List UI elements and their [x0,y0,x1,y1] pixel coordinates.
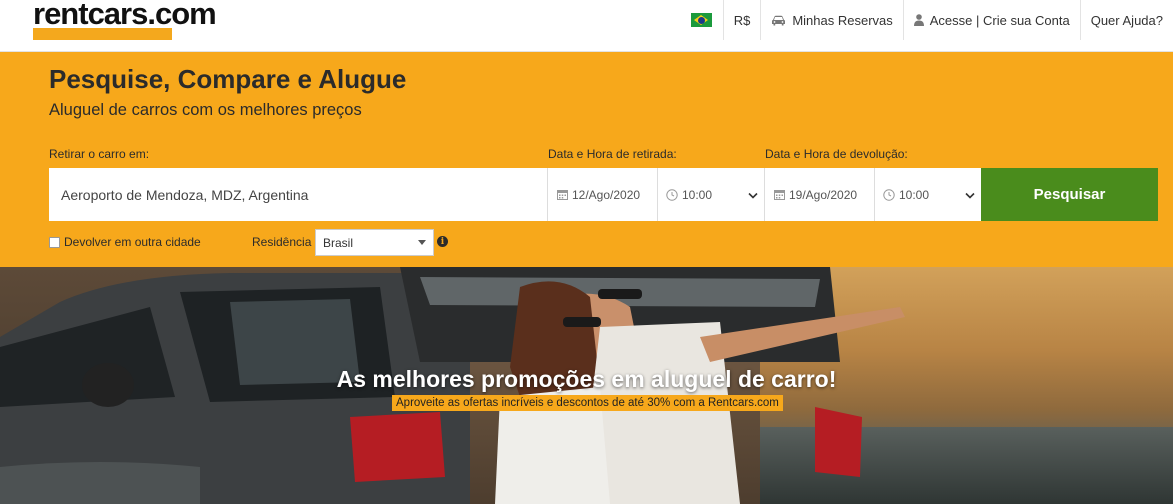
help-label: Quer Ajuda? [1090,12,1163,28]
clock-icon [666,188,678,201]
currency-label: R$ [733,12,751,28]
hero-subtitle: Aproveite as ofertas incríveis e descont… [392,395,783,411]
return-date-field[interactable]: 19/Ago/2020 [765,168,875,221]
pickup-datetime-label: Data e Hora de retirada: [548,147,677,161]
rentcars-logo[interactable]: rentcars.com [33,0,217,42]
pickup-date-field[interactable]: 12/Ago/2020 [548,168,658,221]
pickup-location-label: Retirar o carro em: [49,147,150,161]
car-icon [771,15,786,26]
pickup-date-value: 12/Ago/2020 [572,187,641,202]
return-other-city-checkbox[interactable] [49,236,60,248]
help-link[interactable]: Quer Ajuda? [1079,0,1173,40]
return-other-city-label: Devolver em outra cidade [64,235,201,249]
my-reservations-label: Minhas Reservas [792,12,893,28]
page-subheadline: Aluguel de carros com os melhores preços [49,101,362,119]
search-panel: Pesquise, Compare e Alugue Aluguel de ca… [0,52,1173,267]
clock-icon [883,188,895,201]
info-icon[interactable]: i [437,236,448,247]
residence-label: Residência [252,235,312,249]
return-time-select[interactable]: 10:00 [875,168,981,221]
chevron-down-icon [748,188,758,202]
pickup-time-value: 10:00 [682,187,713,202]
page-headline: Pesquise, Compare e Alugue [49,64,407,94]
return-time-value: 10:00 [899,187,930,202]
language-selector[interactable] [681,0,723,40]
logo-text: rentcars.com [33,0,217,31]
my-reservations-link[interactable]: Minhas Reservas [760,0,902,40]
pickup-time-select[interactable]: 10:00 [658,168,765,221]
residence-value: Brasil [323,235,354,250]
account-label: Acesse | Crie sua Conta [929,12,1070,28]
return-date-value: 19/Ago/2020 [789,187,858,202]
return-other-city-option[interactable]: Devolver em outra cidade [49,235,201,249]
hero-banner: As melhores promoções em aluguel de carr… [0,267,1173,504]
brazil-flag-icon [690,13,712,27]
currency-selector[interactable]: R$ [722,0,761,40]
residence-select[interactable]: Brasil [315,229,434,256]
top-nav: R$ Minhas Reservas Acesse | Crie sua Con… [681,0,1173,40]
chevron-down-icon [965,188,975,202]
top-header: rentcars.com R$ Minhas Reservas Acesse |… [0,0,1173,52]
account-link[interactable]: Acesse | Crie sua Conta [902,0,1080,40]
return-datetime-label: Data e Hora de devolução: [765,147,908,161]
search-button[interactable]: Pesquisar [981,168,1158,221]
calendar-icon [557,189,568,200]
user-icon [913,14,924,26]
pickup-location-value: Aeroporto de Mendoza, MDZ, Argentina [61,186,309,203]
calendar-icon [774,189,785,200]
pickup-location-input[interactable]: Aeroporto de Mendoza, MDZ, Argentina [49,168,548,221]
caret-down-icon [418,240,426,245]
hero-title: As melhores promoções em aluguel de carr… [336,366,837,392]
logo-underline [33,28,172,40]
